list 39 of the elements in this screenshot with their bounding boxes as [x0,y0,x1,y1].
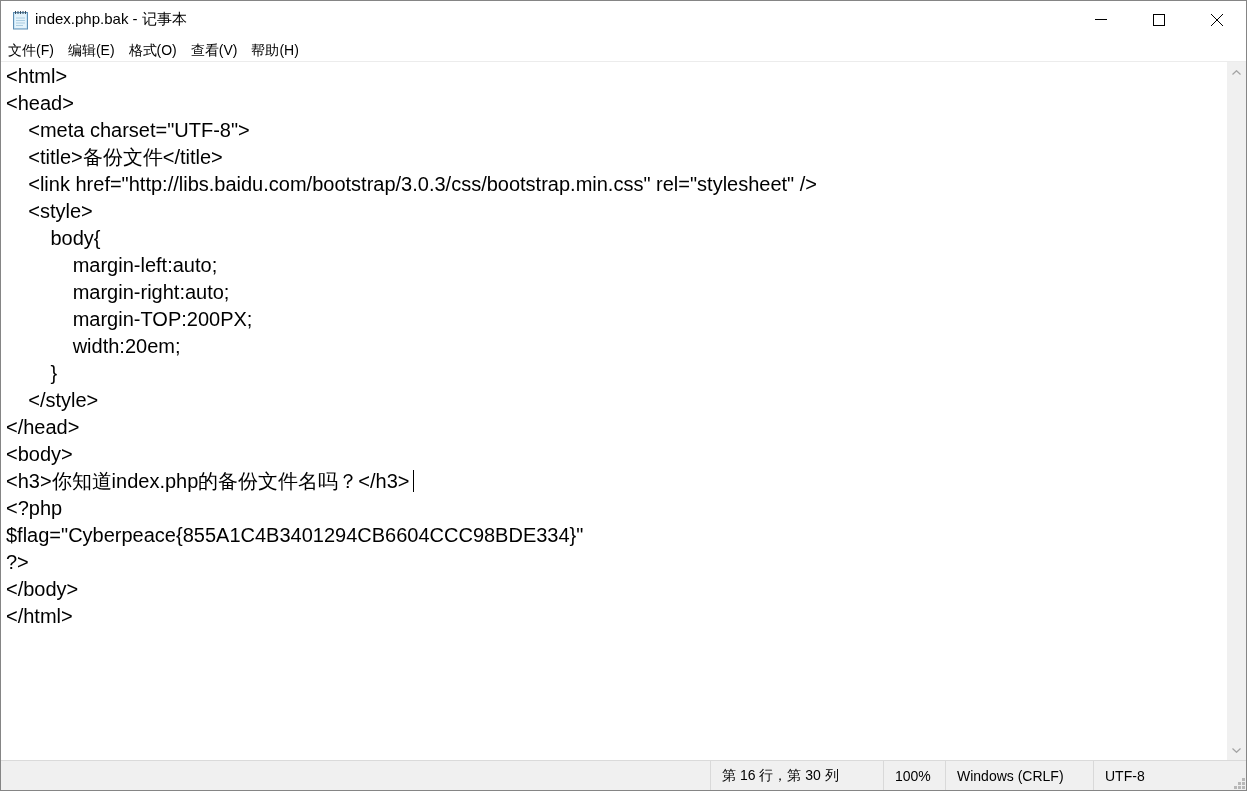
menu-item[interactable]: 格式(O) [121,38,184,61]
maximize-icon [1153,13,1165,26]
text-encoding: UTF-8 [1105,767,1145,784]
code-line: </style> [27,388,99,413]
code-line: </head> [6,415,80,440]
resize-grip-icon[interactable] [1234,778,1245,789]
code-line: <title>备份文件</title> [27,145,223,170]
code-line: </body> [6,577,79,602]
line-ending: Windows (CRLF) [957,767,1064,784]
minimize-icon [1095,19,1107,20]
code-line: body{ [49,226,101,251]
code-line: <?php [6,496,63,521]
code-line: width:20em; [71,334,181,359]
cursor-position: 第 16 行，第 30 列 [722,766,839,785]
menu-item[interactable]: 查看(V) [183,38,245,61]
code-line: <link href="http://libs.baidu.com/bootstrap/3.0.3/css/bootstrap.min.css" rel="stylesheet" /> [27,172,817,197]
menu-item[interactable]: 文件(F) [1,38,61,61]
code-line: <body> [6,442,73,467]
code-line: </html> [6,604,73,629]
code-line: <html> [6,64,68,89]
window-title: index.php.bak - 记事本 [35,10,187,29]
code-line: <style> [27,199,93,224]
code-line: <h3>你知道index.php的备份文件名吗？</h3> [6,468,414,495]
chevron-up-icon[interactable] [1232,70,1241,75]
code-line: $flag="Cyberpeace{855A1C4B3401294CB6604CCC98BDE334}" [6,523,584,548]
code-line: ?> [6,550,29,575]
code-line: <meta charset="UTF-8"> [27,118,250,143]
menu-item[interactable]: 编辑(E) [60,38,122,61]
code-line: margin-left:auto; [71,253,218,278]
code-line: } [49,361,58,386]
code-line: margin-TOP:200PX; [71,307,253,332]
code-line: margin-right:auto; [71,280,230,305]
code-line: <head> [6,91,74,116]
close-icon [1211,13,1223,26]
zoom-level: 100% [895,767,931,784]
chevron-down-icon[interactable] [1232,748,1241,753]
menu-item[interactable]: 帮助(H) [244,38,306,61]
vertical-scrollbar[interactable] [1227,62,1246,760]
notepad-icon [12,9,30,30]
